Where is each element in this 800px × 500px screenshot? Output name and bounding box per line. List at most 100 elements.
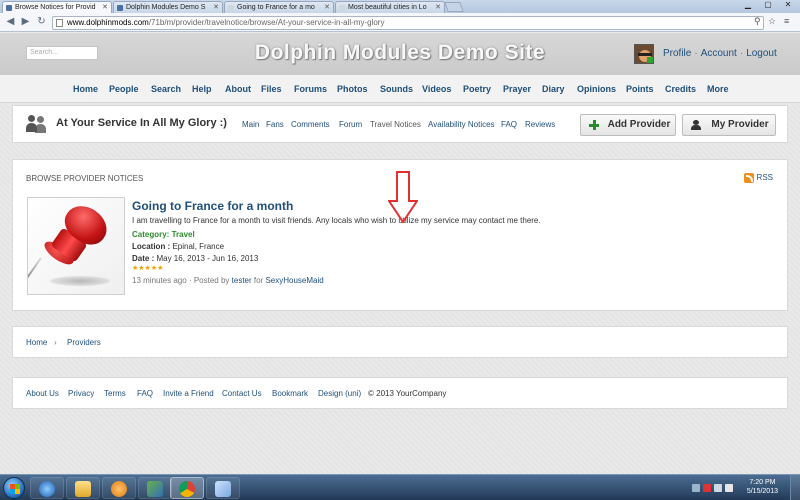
- user-icon: [691, 120, 701, 130]
- nav-more[interactable]: More: [707, 84, 729, 94]
- breadcrumb-providers[interactable]: Providers: [67, 338, 101, 347]
- footer-design[interactable]: Design (uni): [318, 389, 361, 398]
- author-link[interactable]: tester: [232, 276, 252, 285]
- rss-icon: [743, 173, 754, 183]
- start-button[interactable]: [3, 477, 25, 499]
- close-window-icon[interactable]: ✕: [778, 0, 798, 11]
- nav-forums[interactable]: Forums: [294, 84, 327, 94]
- nav-files[interactable]: Files: [261, 84, 282, 94]
- new-tab-button[interactable]: [444, 2, 464, 12]
- notice-date: Date : May 16, 2013 - Jun 16, 2013: [132, 254, 258, 263]
- nav-points[interactable]: Points: [626, 84, 654, 94]
- tab-label: Dolphin Modules Demo S: [126, 4, 206, 11]
- maximize-icon[interactable]: ▢: [758, 0, 778, 11]
- forward-arrow-icon[interactable]: ▶: [19, 16, 32, 29]
- nav-prayer[interactable]: Prayer: [503, 84, 531, 94]
- browser-tab[interactable]: Most beautiful cities in Lo ✕: [335, 1, 445, 13]
- rss-link[interactable]: RSS: [743, 173, 773, 183]
- close-tab-icon[interactable]: ✕: [324, 2, 330, 13]
- notice-thumbnail[interactable]: [27, 197, 125, 295]
- subnav-comments[interactable]: Comments: [291, 120, 330, 129]
- profile-link[interactable]: Profile: [663, 48, 691, 59]
- taskbar-media-player[interactable]: [102, 477, 136, 499]
- tray-up-arrow-icon[interactable]: [692, 484, 700, 492]
- avatar-glasses-icon: [638, 53, 652, 56]
- browser-tab[interactable]: Going to France for a mo ✕: [224, 1, 334, 13]
- subnav-availability-notices[interactable]: Availability Notices: [428, 120, 495, 129]
- tray-clock[interactable]: 7:20 PM 5/15/2013: [747, 478, 778, 496]
- taskbar-chrome[interactable]: [170, 477, 204, 499]
- add-provider-button[interactable]: Add Provider: [580, 114, 676, 136]
- nav-help[interactable]: Help: [192, 84, 212, 94]
- chrome-icon: [179, 481, 195, 497]
- footer-invite-friend[interactable]: Invite a Friend: [163, 389, 214, 398]
- subnav-faq[interactable]: FAQ: [501, 120, 517, 129]
- user-avatar[interactable]: [634, 44, 654, 64]
- browser-tab[interactable]: Dolphin Modules Demo S ✕: [113, 1, 223, 13]
- footer-about-us[interactable]: About Us: [26, 389, 59, 398]
- nav-about[interactable]: About: [225, 84, 251, 94]
- account-link[interactable]: Account: [701, 48, 737, 59]
- bookmark-star-icon[interactable]: ☆: [768, 16, 776, 27]
- reload-icon[interactable]: ↻: [35, 16, 48, 29]
- show-desktop-button[interactable]: [790, 475, 800, 500]
- nav-credits[interactable]: Credits: [665, 84, 696, 94]
- my-provider-button[interactable]: My Provider: [682, 114, 776, 136]
- footer-contact-us[interactable]: Contact Us: [222, 389, 262, 398]
- down-arrow-icon: [388, 171, 418, 223]
- favicon-icon: [339, 5, 345, 11]
- footer-terms[interactable]: Terms: [104, 389, 126, 398]
- wrench-menu-icon[interactable]: ≡: [784, 16, 789, 26]
- close-tab-icon[interactable]: ✕: [213, 2, 219, 13]
- taskbar-paint[interactable]: [206, 477, 240, 499]
- taskbar-ie[interactable]: [30, 477, 64, 499]
- site-header: Search... Dolphin Modules Demo Site Prof…: [0, 33, 800, 75]
- footer-faq[interactable]: FAQ: [137, 389, 153, 398]
- nav-videos[interactable]: Videos: [422, 84, 451, 94]
- nav-poetry[interactable]: Poetry: [463, 84, 491, 94]
- subnav-main[interactable]: Main: [242, 120, 259, 129]
- tray-volume-icon[interactable]: [725, 484, 733, 492]
- clock-date: 5/15/2013: [746, 488, 778, 495]
- notice-description: I am travelling to France for a month to…: [132, 216, 541, 225]
- rating-stars-icon: ★★★★★: [132, 265, 164, 272]
- taskbar-explorer[interactable]: [66, 477, 100, 499]
- zoom-icon[interactable]: ⚲: [754, 16, 761, 27]
- subnav-fans[interactable]: Fans: [266, 120, 284, 129]
- nav-photos[interactable]: Photos: [337, 84, 368, 94]
- minimize-icon[interactable]: ▁: [738, 0, 758, 11]
- address-bar[interactable]: www.dolphinmods.com/71b/m/provider/trave…: [52, 16, 764, 30]
- nav-people[interactable]: People: [109, 84, 139, 94]
- app-icon: [147, 481, 163, 497]
- nav-search[interactable]: Search: [151, 84, 181, 94]
- nav-diary[interactable]: Diary: [542, 84, 565, 94]
- separator: ·: [694, 48, 698, 59]
- subnav-reviews[interactable]: Reviews: [525, 120, 555, 129]
- category-link[interactable]: Travel: [172, 230, 195, 239]
- provider-title: At Your Service In All My Glory :): [56, 117, 227, 129]
- back-arrow-icon[interactable]: ◀: [4, 16, 17, 29]
- clock-time: 7:20 PM: [749, 479, 776, 486]
- for-label: for: [253, 276, 264, 285]
- nav-opinions[interactable]: Opinions: [577, 84, 616, 94]
- breadcrumb-separator-icon: ›: [54, 338, 57, 347]
- tray-alert-icon[interactable]: [703, 484, 711, 492]
- location-label: Location :: [132, 242, 171, 251]
- time-ago: 13 minutes ago: [132, 276, 187, 285]
- taskbar-app[interactable]: [138, 477, 172, 499]
- notice-title-link[interactable]: Going to France for a month: [132, 199, 293, 213]
- footer-privacy[interactable]: Privacy: [68, 389, 94, 398]
- tray-network-icon[interactable]: [714, 484, 722, 492]
- nav-home[interactable]: Home: [73, 84, 98, 94]
- browser-tab[interactable]: Browse Notices for Provid ✕: [2, 1, 112, 13]
- logout-link[interactable]: Logout: [746, 48, 777, 59]
- recipient-link[interactable]: SexyHouseMaid: [265, 276, 323, 285]
- close-tab-icon[interactable]: ✕: [102, 2, 108, 13]
- footer-bookmark[interactable]: Bookmark: [272, 389, 308, 398]
- nav-sounds[interactable]: Sounds: [380, 84, 413, 94]
- breadcrumb-home[interactable]: Home: [26, 338, 47, 347]
- subnav-forum[interactable]: Forum: [339, 120, 362, 129]
- close-tab-icon[interactable]: ✕: [435, 2, 441, 13]
- subnav-travel-notices[interactable]: Travel Notices: [370, 120, 421, 129]
- posted-by-label: · Posted by: [188, 276, 230, 285]
